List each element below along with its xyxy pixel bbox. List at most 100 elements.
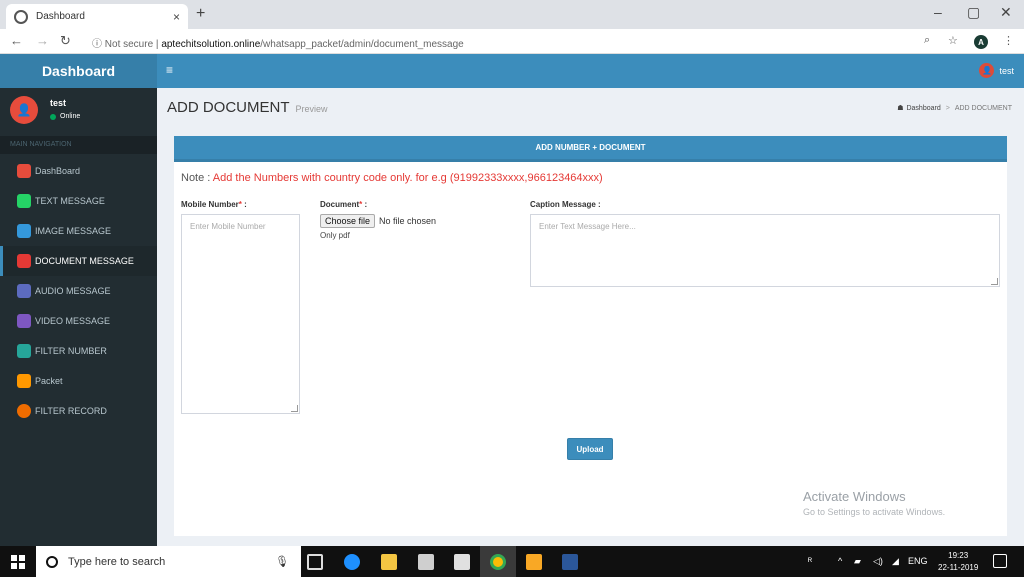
task-view-icon[interactable] [307,554,323,570]
document-label: Document* : [320,200,367,209]
breadcrumb-current: ADD DOCUMENT [954,104,1012,112]
sidebar-item-image-message[interactable]: IMAGE MESSAGE [0,216,157,246]
forward-icon[interactable]: → [36,33,49,48]
people-icon[interactable]: ᴿ [808,556,812,566]
sidebar-menu: DashBoard TEXT MESSAGE IMAGE MESSAGE DOC… [0,156,157,426]
network-icon[interactable]: ▰ [854,556,861,567]
sidebar-item-packet[interactable]: Packet [0,366,157,396]
sidebar-item-label: FILTER RECORD [35,406,107,416]
taskbar: Type here to search 🎙 ᴿ ^ ▰ ◁) ◢ ENG 19:… [0,546,1024,577]
edge-icon[interactable] [344,554,360,570]
sidebar-item-label: TEXT MESSAGE [35,196,105,206]
clock-date: 22-11-2019 [938,563,979,572]
sidebar-item-label: Packet [35,376,63,386]
sidebar-item-text-message[interactable]: TEXT MESSAGE [0,186,157,216]
form-note: Note : Add the Numbers with country code… [181,172,603,184]
star-icon[interactable]: ☆ [948,34,958,47]
microphone-icon[interactable]: 🎙 [275,555,289,568]
no-file-text: No file chosen [379,216,437,226]
minimize-icon[interactable]: – [934,4,942,20]
sidebar-avatar-icon: 👤 [10,96,38,124]
tab-title: Dashboard [36,11,85,22]
sidebar-item-filter-number[interactable]: FILTER NUMBER [0,336,157,366]
caption-message-label: Caption Message : [530,200,601,209]
url-field[interactable]: ⓘ Not secure | aptechitsolution.online/w… [92,35,464,50]
file-explorer-icon[interactable] [381,554,397,570]
tab-close-button[interactable]: × [173,10,180,24]
info-icon: ⓘ [92,39,105,50]
security-label: Not secure [104,39,154,50]
browser-menu-icon[interactable]: ⋮ [1003,34,1014,47]
page-subtitle: Preview [295,104,328,114]
document-hint: Only pdf [320,231,350,240]
header-user-name: test [999,65,1014,76]
sidebar-item-filter-record[interactable]: FILTER RECORD [0,396,157,426]
reload-icon[interactable]: ↻ [60,33,71,49]
box-title: ADD NUMBER + DOCUMENT [174,136,1007,162]
activate-windows-title: Activate Windows [803,489,906,504]
choose-file-button[interactable]: Choose file [320,214,376,228]
cortana-icon [46,555,58,568]
document-file-input[interactable]: Choose file No file chosen [320,214,436,228]
upload-button[interactable]: Upload [567,438,613,460]
sidebar-item-label: DOCUMENT MESSAGE [35,256,134,266]
user-menu[interactable]: 👤 test [979,63,1014,78]
video-icon [17,314,31,328]
volume-icon[interactable]: ◁) [873,556,883,567]
caption-message-input[interactable]: Enter Text Message Here... [530,214,1000,287]
sidebar-item-document-message[interactable]: DOCUMENT MESSAGE [0,246,157,276]
mobile-number-label: Mobile Number* : [181,200,247,209]
browser-tab[interactable]: Dashboard × [6,4,188,29]
mobile-label-text: Mobile Number [181,200,239,209]
new-tab-button[interactable]: + [196,5,205,23]
user-status-text: Online [60,113,81,120]
online-dot-icon [50,113,56,120]
chrome-icon [490,554,506,570]
mobile-number-input[interactable]: Enter Mobile Number [181,214,300,414]
windows-start-icon[interactable] [11,555,25,569]
close-window-icon[interactable]: ✕ [1000,4,1012,21]
label-colon: : [241,200,247,209]
sidebar-toggle-icon[interactable]: ≡ [166,63,173,77]
sidebar-item-label: AUDIO MESSAGE [35,286,111,296]
pdf-icon [17,254,31,268]
sidebar-item-audio-message[interactable]: AUDIO MESSAGE [0,276,157,306]
taskbar-clock[interactable]: 19:23 22-11-2019 [938,550,978,574]
note-text: Add the Numbers with country code only. … [212,172,603,184]
sidebar: 👤 test Online MAIN NAVIGATION DashBoard … [0,88,157,546]
back-icon[interactable]: ← [10,33,23,48]
browser-tab-bar: Dashboard × + – ▢ ✕ [0,0,1024,29]
dashboard-icon: ☗ [897,105,904,112]
restore-icon[interactable]: ▢ [967,4,980,21]
audio-icon [17,284,31,298]
chrome-taskbar-active[interactable] [480,546,516,577]
sidebar-item-label: IMAGE MESSAGE [35,226,112,236]
breadcrumb-separator: > [945,104,950,112]
input-language[interactable]: ENG [908,556,928,566]
address-bar: ← → ↻ ⓘ Not secure | aptechitsolution.on… [0,29,1024,54]
document-label-text: Document [320,200,360,209]
page-title: ADD DOCUMENT Preview [167,99,328,116]
taskbar-search-placeholder: Type here to search [68,555,166,568]
notes-icon[interactable] [526,554,542,570]
app-header: Dashboard ≡ 👤 test [0,54,1024,88]
mail-icon[interactable] [454,554,470,570]
sidebar-item-video-message[interactable]: VIDEO MESSAGE [0,306,157,336]
sidebar-item-dashboard[interactable]: DashBoard [0,156,157,186]
notification-icon[interactable] [993,554,1007,568]
sidebar-user-name: test [50,98,67,108]
zoom-icon[interactable]: ⌕ [924,34,930,47]
user-panel: 👤 test Online [0,88,157,134]
app-logo[interactable]: Dashboard [0,54,157,88]
url-path: /whatsapp_packet/admin/document_message [260,39,464,50]
content-area: ADD DOCUMENT Preview ☗ Dashboard > ADD DO… [157,88,1024,546]
wifi-icon[interactable]: ◢ [892,556,899,567]
home-icon [17,164,31,178]
show-hidden-icons[interactable]: ^ [838,556,842,566]
breadcrumb-home[interactable]: Dashboard [906,105,940,112]
url-domain: aptechitsolution.online [161,39,261,50]
store-icon[interactable] [418,554,434,570]
word-icon[interactable] [562,554,578,570]
taskbar-search[interactable]: Type here to search 🎙 [36,546,301,577]
profile-avatar[interactable]: A [974,35,988,49]
